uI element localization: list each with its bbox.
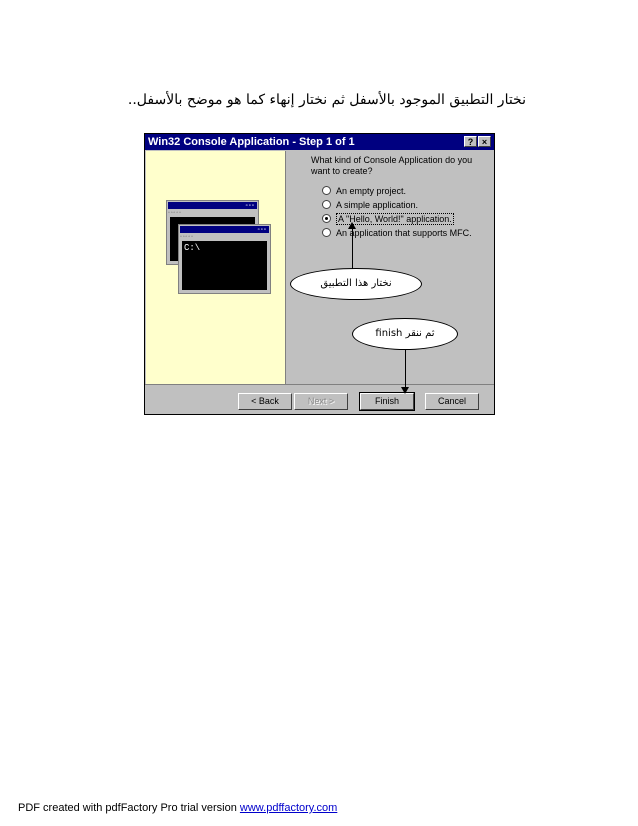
- cancel-button[interactable]: Cancel: [425, 393, 479, 410]
- radio-selected-icon[interactable]: [322, 214, 331, 224]
- wizard-illustration: ▫▫▫ ▫▫▫▫▫ ▫▫▫ ▫▫▫▫▫ C:\: [146, 151, 285, 384]
- arrow-line-to-finish: [405, 350, 406, 388]
- callout-then-finish: ثم ننقر finish: [352, 318, 458, 350]
- instruction-caption: نختار التطبيق الموجود بالأسفل ثم نختار إ…: [127, 92, 526, 108]
- option-empty-project[interactable]: An empty project.: [322, 185, 406, 197]
- button-separator: [145, 384, 494, 385]
- next-button[interactable]: Next >: [294, 393, 348, 410]
- divider: [285, 151, 286, 384]
- dialog-title: Win32 Console Application - Step 1 of 1: [148, 136, 355, 148]
- arrow-line-to-option: [352, 228, 353, 270]
- close-icon[interactable]: ×: [478, 136, 491, 147]
- option-hello-world[interactable]: A "Hello, World!" application.: [322, 213, 454, 225]
- callout-choose-app: نختار هذا التطبيق: [290, 268, 422, 300]
- finish-button[interactable]: Finish: [359, 392, 415, 411]
- help-icon[interactable]: ?: [464, 136, 477, 147]
- arrow-up-icon: [348, 222, 356, 229]
- radio-icon[interactable]: [322, 186, 331, 196]
- option-simple-application[interactable]: A simple application.: [322, 199, 418, 211]
- console-window-front: ▫▫▫ ▫▫▫▫▫ C:\: [178, 224, 271, 294]
- radio-icon[interactable]: [322, 228, 331, 238]
- back-button[interactable]: < Back: [238, 393, 292, 410]
- arrow-down-icon: [401, 387, 409, 394]
- footer-link[interactable]: www.pdffactory.com: [240, 802, 337, 814]
- pdf-footer: PDF created with pdfFactory Pro trial ve…: [18, 802, 337, 814]
- option-mfc-application[interactable]: An application that supports MFC.: [322, 227, 472, 239]
- dialog-titlebar: Win32 Console Application - Step 1 of 1 …: [145, 134, 494, 150]
- footer-text: PDF created with pdfFactory Pro trial ve…: [18, 802, 240, 814]
- wizard-question: What kind of Console Application do you …: [311, 155, 473, 176]
- radio-icon[interactable]: [322, 200, 331, 210]
- console-prompt: C:\: [182, 241, 267, 290]
